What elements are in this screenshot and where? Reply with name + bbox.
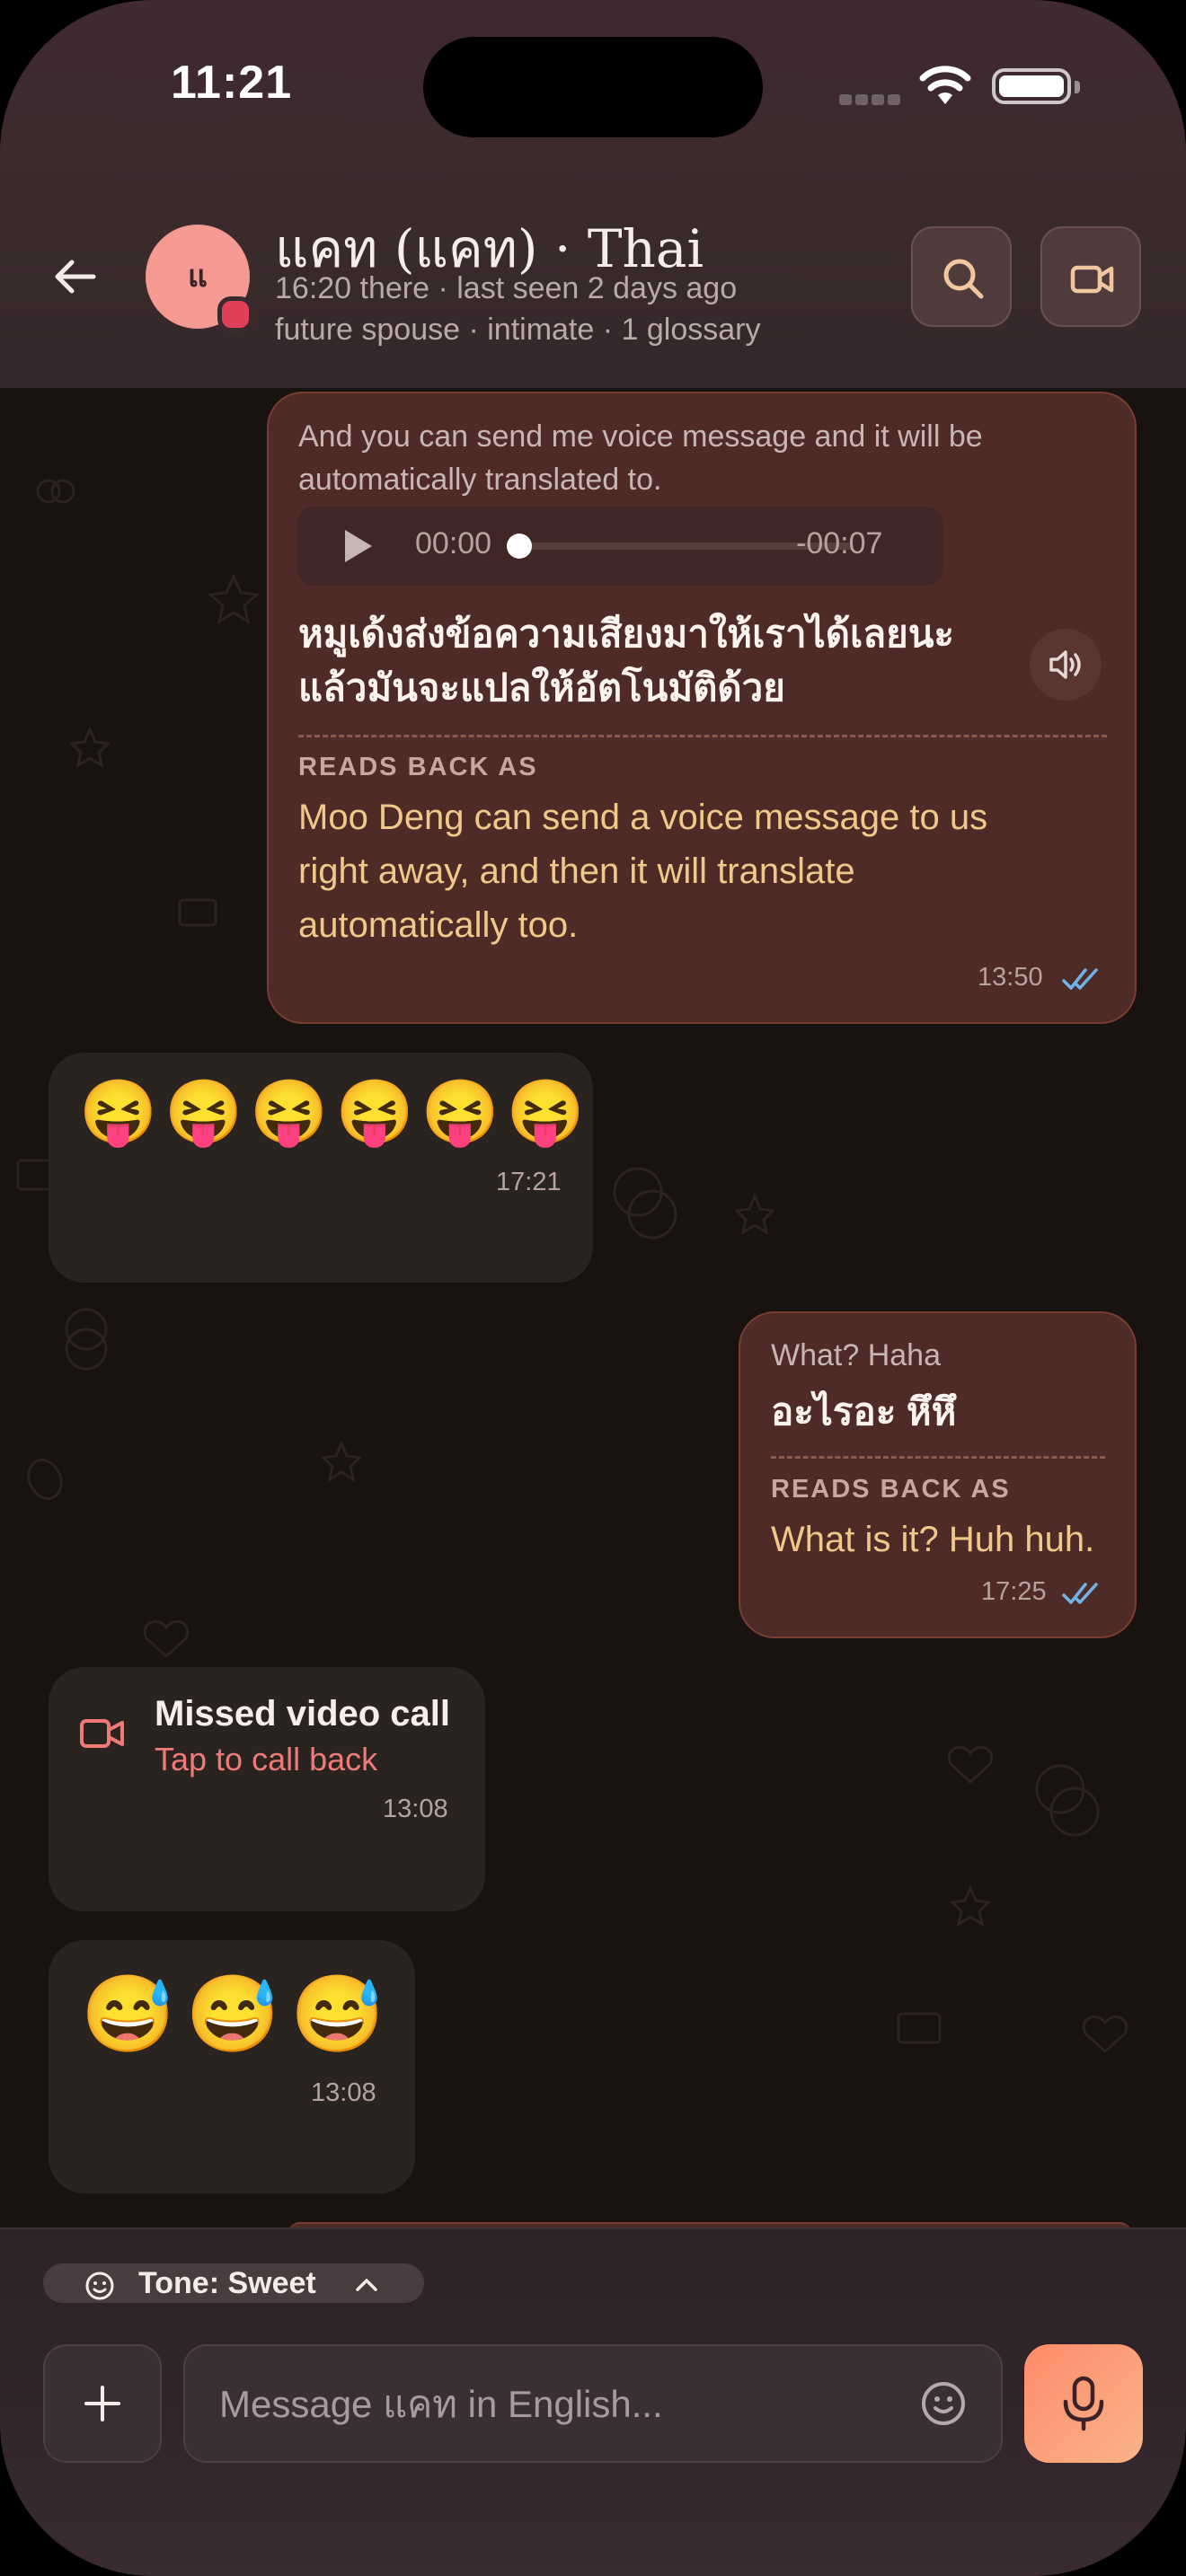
- translation-line1: Moo Deng can send a voice message to us: [298, 798, 988, 837]
- message-source-text: What? Haha: [771, 1338, 941, 1372]
- emoji-icon[interactable]: [920, 2380, 967, 2427]
- reads-back-label: READS BACK AS: [298, 753, 538, 781]
- plus-icon: [84, 2386, 120, 2422]
- microphone-icon: [1063, 2376, 1104, 2431]
- call-back-link[interactable]: Tap to call back: [155, 1741, 377, 1778]
- tone-label: Tone: Sweet: [138, 2266, 316, 2300]
- presence-dot: [217, 296, 253, 332]
- attach-button[interactable]: [43, 2344, 162, 2463]
- back-arrow-icon[interactable]: [50, 251, 101, 302]
- record-voice-button[interactable]: [1024, 2344, 1143, 2463]
- translation: What is it? Huh huh.: [771, 1520, 1095, 1559]
- message-time: 17:25: [981, 1577, 1047, 1606]
- message-time: 17:21: [496, 1168, 562, 1196]
- status-time: 11:21: [171, 57, 293, 109]
- divider: [298, 735, 1107, 737]
- cellular-signal-icon: [839, 93, 904, 110]
- message-thai-line1: หมูเด้งส่งข้อความเสียงมาให้เราได้เลยนะ: [298, 613, 954, 655]
- speaker-icon: [1049, 650, 1081, 679]
- speak-button[interactable]: [1030, 629, 1102, 701]
- voice-player[interactable]: 00:00 -00:07: [296, 507, 943, 586]
- chevron-up-icon: [356, 2279, 377, 2291]
- emoji-message: 😝😝😝😝😝😝: [79, 1077, 592, 1147]
- contact-relationship: future spouse · intimate · 1 glossary: [275, 313, 761, 347]
- voice-remaining-time: -00:07: [796, 526, 883, 560]
- message-thai-line2: แล้วมันจะแปลให้อัตโนมัติด้วย: [298, 666, 785, 709]
- contact-last-seen: 16:20 there · last seen 2 days ago: [275, 271, 738, 305]
- wifi-icon: [919, 66, 971, 104]
- message-source-text: And you can send me voice message and it…: [298, 419, 983, 497]
- tone-face-icon: [85, 2272, 114, 2300]
- search-button[interactable]: [911, 226, 1012, 327]
- reads-back-label: READS BACK AS: [771, 1475, 1011, 1504]
- translation-line3: automatically too.: [298, 905, 579, 945]
- video-call-button[interactable]: [1040, 226, 1141, 327]
- read-receipt-icon: [1062, 1583, 1098, 1604]
- read-receipt-icon: [1062, 968, 1098, 990]
- message-time: 13:08: [311, 2078, 376, 2107]
- voice-progress-thumb[interactable]: [507, 534, 532, 559]
- dynamic-island: [423, 37, 763, 137]
- chat-header: 11:21 แ แคท (แคท) · Thai 16:20 there · l…: [0, 0, 1186, 390]
- video-camera-icon: [1070, 265, 1114, 294]
- voice-elapsed-time: 00:00: [415, 526, 492, 560]
- phone-screen: 11:21 แ แคท (แคท) · Thai 16:20 there · l…: [0, 0, 1186, 2576]
- video-camera-icon: [80, 1719, 124, 1748]
- message-input-container[interactable]: [183, 2344, 1003, 2463]
- message-thai: อะไรอะ หึหึ: [771, 1390, 957, 1433]
- missed-call-title: Missed video call: [155, 1694, 451, 1734]
- divider: [771, 1456, 1105, 1459]
- message-input[interactable]: [217, 2346, 904, 2463]
- translation-line2: right away, and then it will translate: [298, 851, 855, 891]
- message-time: 13:50: [978, 963, 1043, 992]
- emoji-message: 😅😅😅: [81, 1972, 395, 2056]
- message-time: 13:08: [383, 1795, 448, 1823]
- search-icon: [943, 259, 984, 299]
- play-icon[interactable]: [338, 526, 377, 566]
- battery-icon: [992, 68, 1080, 104]
